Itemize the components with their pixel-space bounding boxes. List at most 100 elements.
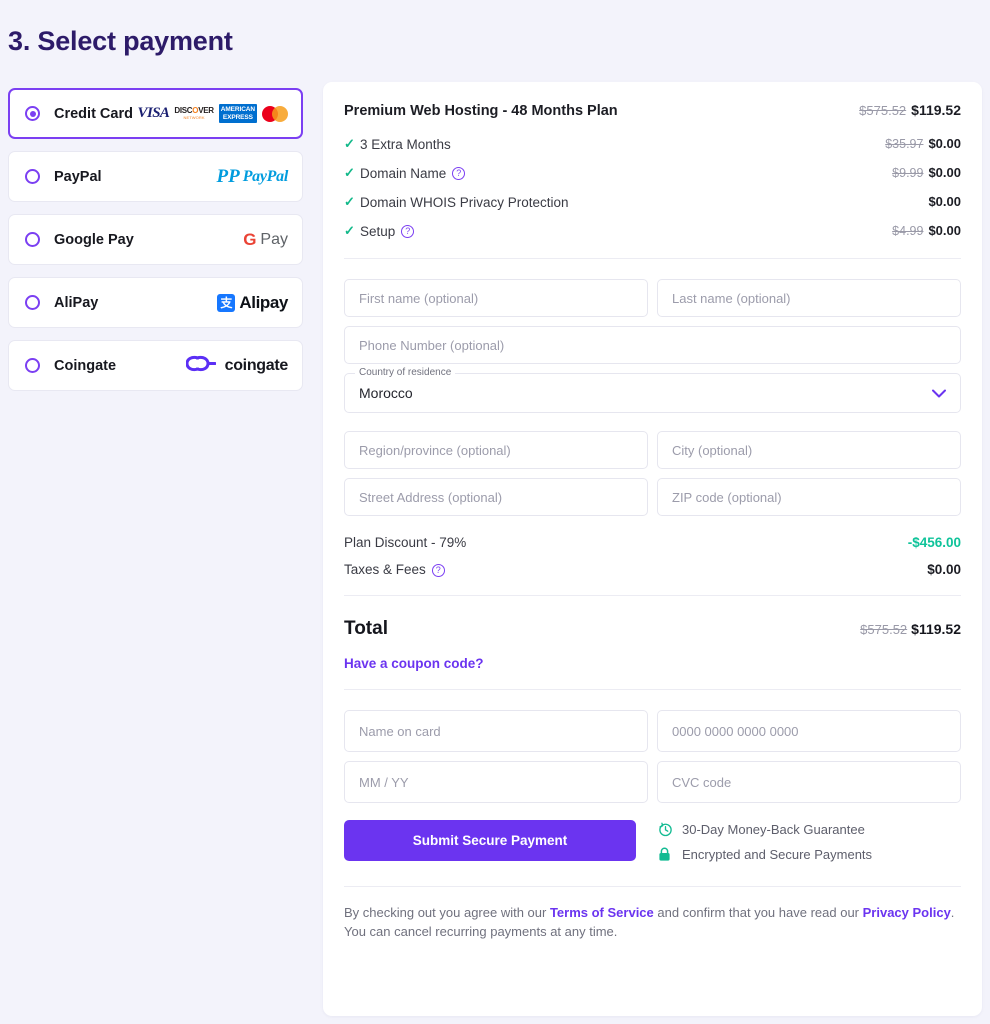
credit-card-brands: VISA DISCOVER NETWORK AMERICAN EXPRESS: [138, 104, 288, 123]
plan-feature-row: ✓ 3 Extra Months $35.97 $0.00: [344, 135, 961, 153]
payment-method-google-pay[interactable]: Google Pay G Pay: [8, 214, 303, 265]
plan-row: Premium Web Hosting - 48 Months Plan $57…: [344, 102, 961, 120]
page-title: 3. Select payment: [8, 26, 233, 56]
first-name-input[interactable]: First name (optional): [344, 279, 648, 317]
encrypted-badge: Encrypted and Secure Payments: [658, 847, 872, 862]
coingate-logo-icon: coingate: [185, 355, 288, 377]
clock-refresh-icon: [658, 822, 673, 837]
check-icon: ✓: [344, 136, 355, 151]
radio-alipay[interactable]: [25, 295, 40, 310]
taxes-fees-label-group: Taxes & Fees?: [344, 562, 445, 577]
street-zip-row: Street Address (optional) ZIP code (opti…: [344, 478, 961, 516]
google-pay-logo-icon: G Pay: [243, 230, 288, 249]
feature-old-price: $35.97: [885, 137, 924, 151]
country-select[interactable]: Country of residence Morocco: [344, 367, 961, 413]
lock-icon: [658, 847, 673, 862]
total-row: Total $575.52 $119.52: [344, 618, 961, 640]
card-cvc-input[interactable]: CVC code: [657, 761, 961, 803]
feature-old-price: $9.99: [892, 166, 924, 180]
card-expiry-cvc-row: MM / YY CVC code: [344, 761, 961, 803]
money-back-text: 30-Day Money-Back Guarantee: [682, 822, 865, 837]
card-number-input[interactable]: 0000 0000 0000 0000: [657, 710, 961, 752]
privacy-policy-link[interactable]: Privacy Policy: [863, 905, 951, 920]
feature-label: Domain WHOIS Privacy Protection: [360, 194, 569, 210]
divider: [344, 595, 961, 596]
check-icon: ✓: [344, 194, 355, 209]
feature-label: Setup: [360, 223, 396, 239]
payment-method-list: Credit Card VISA DISCOVER NETWORK AMERIC…: [8, 88, 303, 403]
divider: [344, 689, 961, 690]
payment-method-label: Coingate: [54, 357, 117, 374]
payment-method-paypal[interactable]: PayPal PP PayPal: [8, 151, 303, 202]
taxes-fees-value: $0.00: [927, 562, 961, 577]
payment-method-coingate[interactable]: Coingate coingate: [8, 340, 303, 391]
feature-new-price: $0.00: [928, 223, 961, 238]
total-label: Total: [344, 618, 388, 639]
feature-new-price: $0.00: [928, 136, 961, 151]
plan-feature-row: ✓ Setup ? $4.99 $0.00: [344, 222, 961, 240]
feature-label: 3 Extra Months: [360, 136, 451, 152]
plan-name: Premium Web Hosting - 48 Months Plan: [344, 103, 618, 119]
feature-new-price: $0.00: [928, 165, 961, 180]
plan-feature-row: ✓ Domain WHOIS Privacy Protection $0.00: [344, 193, 961, 211]
terms-of-service-link[interactable]: Terms of Service: [550, 905, 654, 920]
total-new-price: $119.52: [911, 621, 961, 637]
phone-number-input[interactable]: Phone Number (optional): [344, 326, 961, 364]
region-city-row: Region/province (optional) City (optiona…: [344, 431, 961, 469]
submit-secure-payment-button[interactable]: Submit Secure Payment: [344, 820, 636, 861]
help-icon[interactable]: ?: [431, 564, 445, 577]
plan-feature-row: ✓ Domain Name ? $9.99 $0.00: [344, 164, 961, 182]
discover-icon: DISCOVER NETWORK: [174, 106, 214, 120]
mastercard-icon: [262, 105, 288, 122]
payment-method-alipay[interactable]: AliPay 支 Alipay: [8, 277, 303, 328]
payment-method-label: Google Pay: [54, 231, 134, 248]
divider: [344, 886, 961, 887]
plan-price: $575.52 $119.52: [859, 102, 961, 120]
visa-icon: VISA: [137, 105, 170, 121]
radio-google-pay[interactable]: [25, 232, 40, 247]
total-old-price: $575.52: [860, 622, 908, 637]
divider: [344, 258, 961, 259]
encrypted-text: Encrypted and Secure Payments: [682, 847, 873, 862]
street-address-input[interactable]: Street Address (optional): [344, 478, 648, 516]
checkout-page: 3. Select payment Credit Card VISA DISCO…: [0, 0, 990, 1024]
amex-icon: AMERICAN EXPRESS: [218, 104, 257, 123]
name-field-row: First name (optional) Last name (optiona…: [344, 279, 961, 317]
payment-method-label: PayPal: [54, 168, 102, 185]
payment-method-label: Credit Card: [54, 105, 133, 122]
chevron-down-icon[interactable]: [932, 387, 946, 400]
check-icon: ✓: [344, 223, 355, 238]
feature-old-price: $4.99: [892, 224, 924, 238]
plan-new-price: $119.52: [911, 102, 961, 118]
trust-badges: 30-Day Money-Back Guarantee Encrypted an…: [658, 820, 872, 872]
phone-field-row: Phone Number (optional): [344, 326, 961, 364]
submit-row: Submit Secure Payment 30-Day Money-Back …: [344, 820, 961, 872]
radio-coingate[interactable]: [25, 358, 40, 373]
city-input[interactable]: City (optional): [657, 431, 961, 469]
help-icon[interactable]: ?: [452, 166, 466, 180]
country-select-label: Country of residence: [355, 367, 456, 378]
feature-new-price: $0.00: [928, 194, 961, 209]
country-select-value: Morocco: [359, 385, 413, 401]
last-name-input[interactable]: Last name (optional): [657, 279, 961, 317]
legal-part-1: By checking out you agree with our: [344, 905, 550, 920]
plan-discount-label: Plan Discount - 79%: [344, 535, 467, 550]
card-name-number-row: Name on card 0000 0000 0000 0000: [344, 710, 961, 752]
payment-method-credit-card[interactable]: Credit Card VISA DISCOVER NETWORK AMERIC…: [8, 88, 303, 139]
legal-part-2: and confirm that you have read our: [653, 905, 863, 920]
coupon-code-link[interactable]: Have a coupon code?: [344, 656, 961, 671]
card-name-input[interactable]: Name on card: [344, 710, 648, 752]
order-summary-panel: Premium Web Hosting - 48 Months Plan $57…: [323, 82, 982, 1016]
feature-label: Domain Name: [360, 165, 447, 181]
card-expiry-input[interactable]: MM / YY: [344, 761, 648, 803]
alipay-logo-icon: 支 Alipay: [217, 293, 288, 313]
total-price: $575.52 $119.52: [860, 621, 961, 639]
radio-credit-card[interactable]: [25, 106, 40, 121]
plan-discount-row: Plan Discount - 79% -$456.00: [344, 535, 961, 550]
check-icon: ✓: [344, 165, 355, 180]
zip-code-input[interactable]: ZIP code (optional): [657, 478, 961, 516]
help-icon[interactable]: ?: [401, 224, 415, 238]
radio-paypal[interactable]: [25, 169, 40, 184]
region-input[interactable]: Region/province (optional): [344, 431, 648, 469]
taxes-fees-row: Taxes & Fees? $0.00: [344, 562, 961, 577]
